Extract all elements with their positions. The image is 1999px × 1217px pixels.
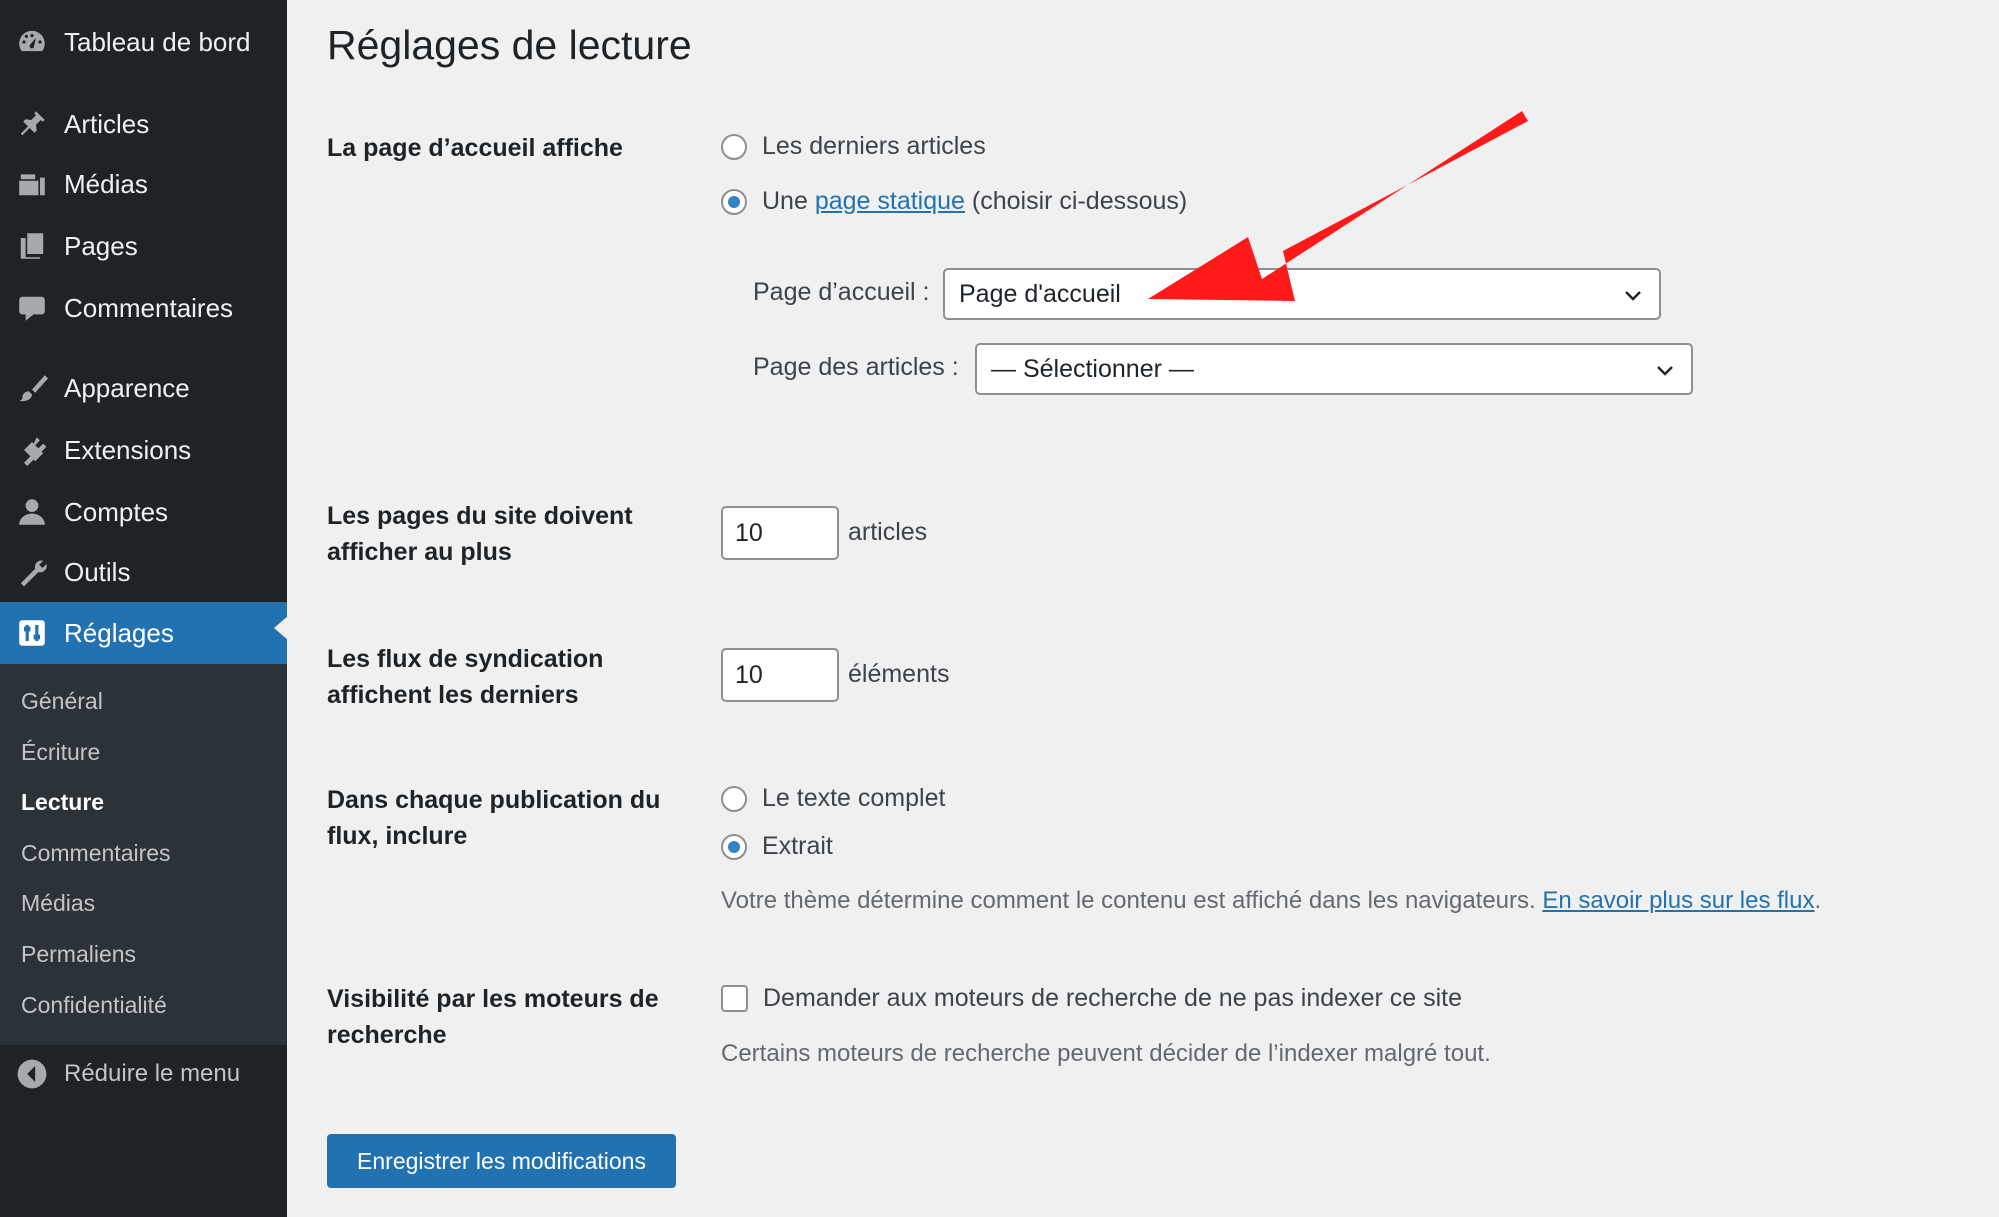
menu-label: Apparence bbox=[64, 372, 190, 403]
dashboard-icon bbox=[15, 25, 49, 59]
menu-label: Articles bbox=[64, 108, 150, 139]
static-page-link[interactable]: page statique bbox=[815, 187, 965, 216]
posts-page-select[interactable]: — Sélectionner — bbox=[975, 343, 1693, 395]
menu-item-reglages[interactable]: Réglages bbox=[0, 602, 288, 664]
pin-icon bbox=[15, 107, 49, 141]
menu-label: Commentaires bbox=[64, 292, 234, 323]
radio-option-static-page[interactable]: Une page statique (choisir ci-dessous) bbox=[721, 187, 1187, 216]
chevron-down-icon bbox=[1657, 366, 1673, 376]
feed-description: Votre thème détermine comment le contenu… bbox=[721, 887, 1821, 915]
posts-per-page-label: Les pages du site doivent afficher au pl… bbox=[327, 502, 633, 566]
user-icon bbox=[15, 495, 49, 529]
menu-item-comptes[interactable]: Comptes bbox=[0, 486, 287, 538]
submenu-item-medias[interactable]: Médias bbox=[21, 890, 95, 917]
submenu-item-commentaires[interactable]: Commentaires bbox=[21, 840, 171, 867]
visibility-description: Certains moteurs de recherche peuvent dé… bbox=[721, 1040, 1491, 1067]
posts-page-value: — Sélectionner — bbox=[991, 354, 1194, 383]
collapse-arrow-icon bbox=[16, 1058, 48, 1090]
submenu-item-confidentialite[interactable]: Confidentialité bbox=[21, 992, 167, 1019]
feed-description-text: Votre thème détermine comment le contenu… bbox=[721, 887, 1536, 914]
radio-full-text[interactable] bbox=[721, 785, 747, 812]
admin-sidebar: Tableau de bord Articles Médias Pages Co… bbox=[0, 0, 288, 1217]
static-prefix: Une bbox=[762, 187, 808, 215]
settings-icon bbox=[15, 616, 49, 650]
menu-item-pages[interactable]: Pages bbox=[0, 220, 287, 272]
menu-item-commentaires[interactable]: Commentaires bbox=[0, 282, 287, 334]
annotation-arrow bbox=[1148, 111, 1528, 301]
feed-content-label: Dans chaque publication du flux, inclure bbox=[327, 786, 661, 850]
brush-icon bbox=[15, 371, 49, 405]
radio-option-excerpt[interactable]: Extrait bbox=[721, 832, 833, 861]
menu-item-extensions[interactable]: Extensions bbox=[0, 424, 287, 476]
save-changes-button[interactable]: Enregistrer les modifications bbox=[327, 1134, 676, 1188]
menu-item-outils[interactable]: Outils bbox=[0, 546, 287, 598]
feed-items-label: Les flux de syndication affichent les de… bbox=[327, 645, 604, 709]
radio-full-text-label: Le texte complet bbox=[762, 784, 946, 812]
menu-label: Tableau de bord bbox=[64, 26, 251, 57]
posts-per-page-unit: articles bbox=[848, 518, 928, 546]
menu-item-apparence[interactable]: Apparence bbox=[0, 362, 287, 414]
settings-submenu: Général Écriture Lecture Commentaires Mé… bbox=[0, 664, 287, 1045]
posts-per-page-input[interactable]: 10 bbox=[721, 506, 839, 560]
menu-label: Réglages bbox=[64, 617, 174, 648]
pages-icon bbox=[15, 229, 49, 263]
collapse-menu-button[interactable]: Réduire le menu bbox=[0, 1048, 287, 1100]
homepage-displays-label: La page d’accueil affiche bbox=[327, 134, 623, 162]
menu-label: Pages bbox=[64, 230, 138, 261]
menu-item-dashboard[interactable]: Tableau de bord bbox=[0, 16, 287, 68]
feed-items-unit: éléments bbox=[848, 660, 950, 688]
search-visibility-label: Visibilité par les moteurs de recherche bbox=[327, 985, 659, 1049]
page-title: Réglages de lecture bbox=[327, 22, 692, 68]
menu-label: Comptes bbox=[64, 496, 169, 527]
discourage-indexing-checkbox[interactable] bbox=[721, 985, 748, 1012]
media-icon bbox=[15, 167, 49, 201]
radio-excerpt[interactable] bbox=[721, 833, 747, 860]
posts-page-label: Page des articles : bbox=[753, 353, 959, 381]
radio-excerpt-label: Extrait bbox=[762, 832, 833, 860]
wrench-icon bbox=[15, 555, 49, 589]
plugin-icon bbox=[15, 433, 49, 467]
radio-latest-posts-label: Les derniers articles bbox=[762, 132, 986, 160]
comment-icon bbox=[15, 291, 49, 325]
menu-label: Médias bbox=[64, 168, 148, 199]
menu-label: Outils bbox=[64, 556, 131, 587]
radio-static-page[interactable] bbox=[721, 188, 747, 215]
menu-item-medias[interactable]: Médias bbox=[0, 158, 287, 210]
radio-option-latest-posts[interactable]: Les derniers articles bbox=[721, 132, 986, 161]
discourage-indexing-label: Demander aux moteurs de recherche de ne … bbox=[763, 984, 1462, 1012]
discourage-indexing-option[interactable]: Demander aux moteurs de recherche de ne … bbox=[721, 984, 1462, 1013]
submenu-item-general[interactable]: Général bbox=[21, 688, 103, 715]
current-menu-pointer bbox=[274, 616, 288, 640]
feed-items-input[interactable]: 10 bbox=[721, 648, 839, 702]
collapse-menu-label: Réduire le menu bbox=[64, 1060, 241, 1087]
front-page-value: Page d'accueil bbox=[959, 279, 1121, 308]
front-page-label: Page d’accueil : bbox=[753, 278, 930, 306]
radio-option-full-text[interactable]: Le texte complet bbox=[721, 784, 945, 813]
menu-item-articles[interactable]: Articles bbox=[0, 98, 287, 150]
feed-description-suffix: . bbox=[1814, 887, 1822, 914]
submenu-item-ecriture[interactable]: Écriture bbox=[21, 739, 100, 766]
submenu-item-lecture[interactable]: Lecture bbox=[21, 789, 104, 816]
chevron-down-icon bbox=[1625, 291, 1641, 301]
submenu-item-permaliens[interactable]: Permaliens bbox=[21, 941, 136, 968]
learn-more-feeds-link[interactable]: En savoir plus sur les flux bbox=[1542, 887, 1814, 914]
menu-label: Extensions bbox=[64, 434, 192, 465]
radio-latest-posts[interactable] bbox=[721, 133, 747, 160]
